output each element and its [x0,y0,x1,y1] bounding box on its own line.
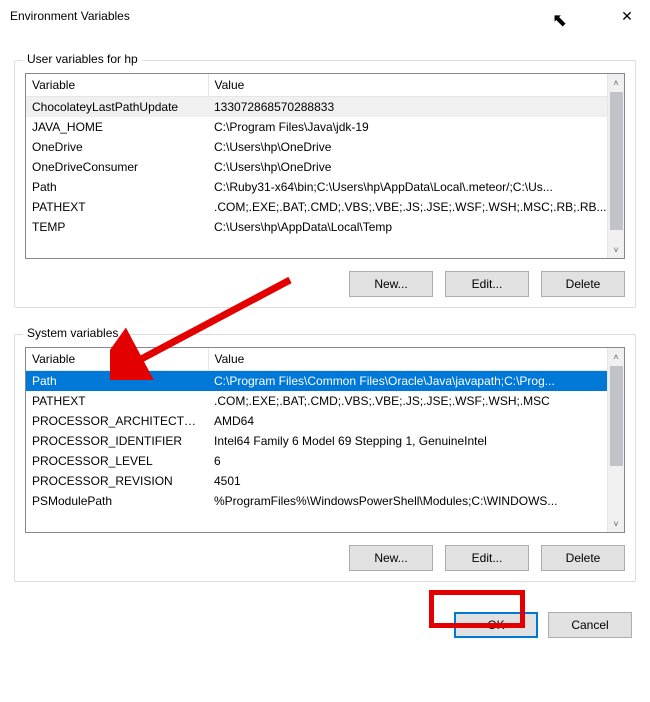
system-col-variable[interactable]: Variable [26,348,208,371]
user-delete-button[interactable]: Delete [541,271,625,297]
user-edit-button[interactable]: Edit... [445,271,529,297]
cancel-button[interactable]: Cancel [548,612,632,638]
cell-value: .COM;.EXE;.BAT;.CMD;.VBS;.VBE;.JS;.JSE;.… [208,197,624,217]
cell-value: C:\Program Files\Java\jdk-19 [208,117,624,137]
system-col-value[interactable]: Value [208,348,624,371]
cell-variable: PROCESSOR_LEVEL [26,451,208,471]
table-row[interactable]: Path C:\Program Files\Common Files\Oracl… [26,371,624,392]
cell-variable: PATHEXT [26,197,208,217]
cell-variable: ChocolateyLastPathUpdate [26,97,208,118]
system-new-button[interactable]: New... [349,545,433,571]
cell-value: C:\Users\hp\OneDrive [208,137,624,157]
scroll-thumb[interactable] [610,92,623,230]
table-row[interactable]: JAVA_HOME C:\Program Files\Java\jdk-19 [26,117,624,137]
system-variables-table-wrap: Variable Value Path C:\Program Files\Com… [25,347,625,533]
scroll-down-icon[interactable]: ˅ [608,515,624,532]
user-variables-table[interactable]: Variable Value ChocolateyLastPathUpdate … [26,74,624,237]
cell-variable: OneDrive [26,137,208,157]
cell-value: C:\Users\hp\AppData\Local\Temp [208,217,624,237]
cell-variable: PROCESSOR_ARCHITECTU... [26,411,208,431]
cell-value: .COM;.EXE;.BAT;.CMD;.VBS;.VBE;.JS;.JSE;.… [208,391,624,411]
cell-variable: OneDriveConsumer [26,157,208,177]
cell-value: 6 [208,451,624,471]
cell-value: C:\Users\hp\OneDrive [208,157,624,177]
cell-value: 4501 [208,471,624,491]
system-scrollbar[interactable]: ˄ ˅ [607,348,624,532]
system-variables-label: System variables [23,326,122,340]
table-row[interactable]: TEMP C:\Users\hp\AppData\Local\Temp [26,217,624,237]
dialog-footer: OK Cancel [14,612,636,638]
scroll-down-icon[interactable]: ˅ [608,241,624,258]
user-variables-label: User variables for hp [23,52,142,66]
table-row[interactable]: Path C:\Ruby31-x64\bin;C:\Users\hp\AppDa… [26,177,624,197]
cell-variable: PATHEXT [26,391,208,411]
cell-value: C:\Program Files\Common Files\Oracle\Jav… [208,371,624,392]
cell-variable: JAVA_HOME [26,117,208,137]
close-button[interactable]: ✕ [604,0,650,32]
table-row[interactable]: OneDrive C:\Users\hp\OneDrive [26,137,624,157]
table-row[interactable]: PATHEXT .COM;.EXE;.BAT;.CMD;.VBS;.VBE;.J… [26,391,624,411]
dialog-body: User variables for hp Variable Value Cho… [0,32,650,652]
ok-button[interactable]: OK [454,612,538,638]
cell-variable: Path [26,371,208,392]
titlebar: Environment Variables ✕ [0,0,650,32]
cell-value: Intel64 Family 6 Model 69 Stepping 1, Ge… [208,431,624,451]
user-col-variable[interactable]: Variable [26,74,208,97]
table-row[interactable]: PROCESSOR_LEVEL 6 [26,451,624,471]
user-button-row: New... Edit... Delete [25,271,625,297]
user-new-button[interactable]: New... [349,271,433,297]
cell-value: C:\Ruby31-x64\bin;C:\Users\hp\AppData\Lo… [208,177,624,197]
user-scrollbar[interactable]: ˄ ˅ [607,74,624,258]
cell-variable: PSModulePath [26,491,208,511]
system-variables-table[interactable]: Variable Value Path C:\Program Files\Com… [26,348,624,511]
system-variables-group: System variables Variable Value Path C:\… [14,334,636,582]
user-variables-table-wrap: Variable Value ChocolateyLastPathUpdate … [25,73,625,259]
table-row[interactable]: PATHEXT .COM;.EXE;.BAT;.CMD;.VBS;.VBE;.J… [26,197,624,217]
user-variables-group: User variables for hp Variable Value Cho… [14,60,636,308]
cell-value: AMD64 [208,411,624,431]
table-row[interactable]: PROCESSOR_IDENTIFIER Intel64 Family 6 Mo… [26,431,624,451]
window-title: Environment Variables [10,9,604,23]
scroll-thumb[interactable] [610,366,623,466]
cell-variable: TEMP [26,217,208,237]
table-row[interactable]: PSModulePath %ProgramFiles%\WindowsPower… [26,491,624,511]
user-col-value[interactable]: Value [208,74,624,97]
cell-value: %ProgramFiles%\WindowsPowerShell\Modules… [208,491,624,511]
scroll-up-icon[interactable]: ˄ [608,74,624,91]
table-row[interactable]: PROCESSOR_ARCHITECTU... AMD64 [26,411,624,431]
table-row[interactable]: ChocolateyLastPathUpdate 133072868570288… [26,97,624,118]
table-row[interactable]: PROCESSOR_REVISION 4501 [26,471,624,491]
system-edit-button[interactable]: Edit... [445,545,529,571]
system-button-row: New... Edit... Delete [25,545,625,571]
cell-variable: PROCESSOR_REVISION [26,471,208,491]
cell-value: 133072868570288833 [208,97,624,118]
system-delete-button[interactable]: Delete [541,545,625,571]
cell-variable: Path [26,177,208,197]
table-row[interactable]: OneDriveConsumer C:\Users\hp\OneDrive [26,157,624,177]
cell-variable: PROCESSOR_IDENTIFIER [26,431,208,451]
scroll-up-icon[interactable]: ˄ [608,348,624,365]
